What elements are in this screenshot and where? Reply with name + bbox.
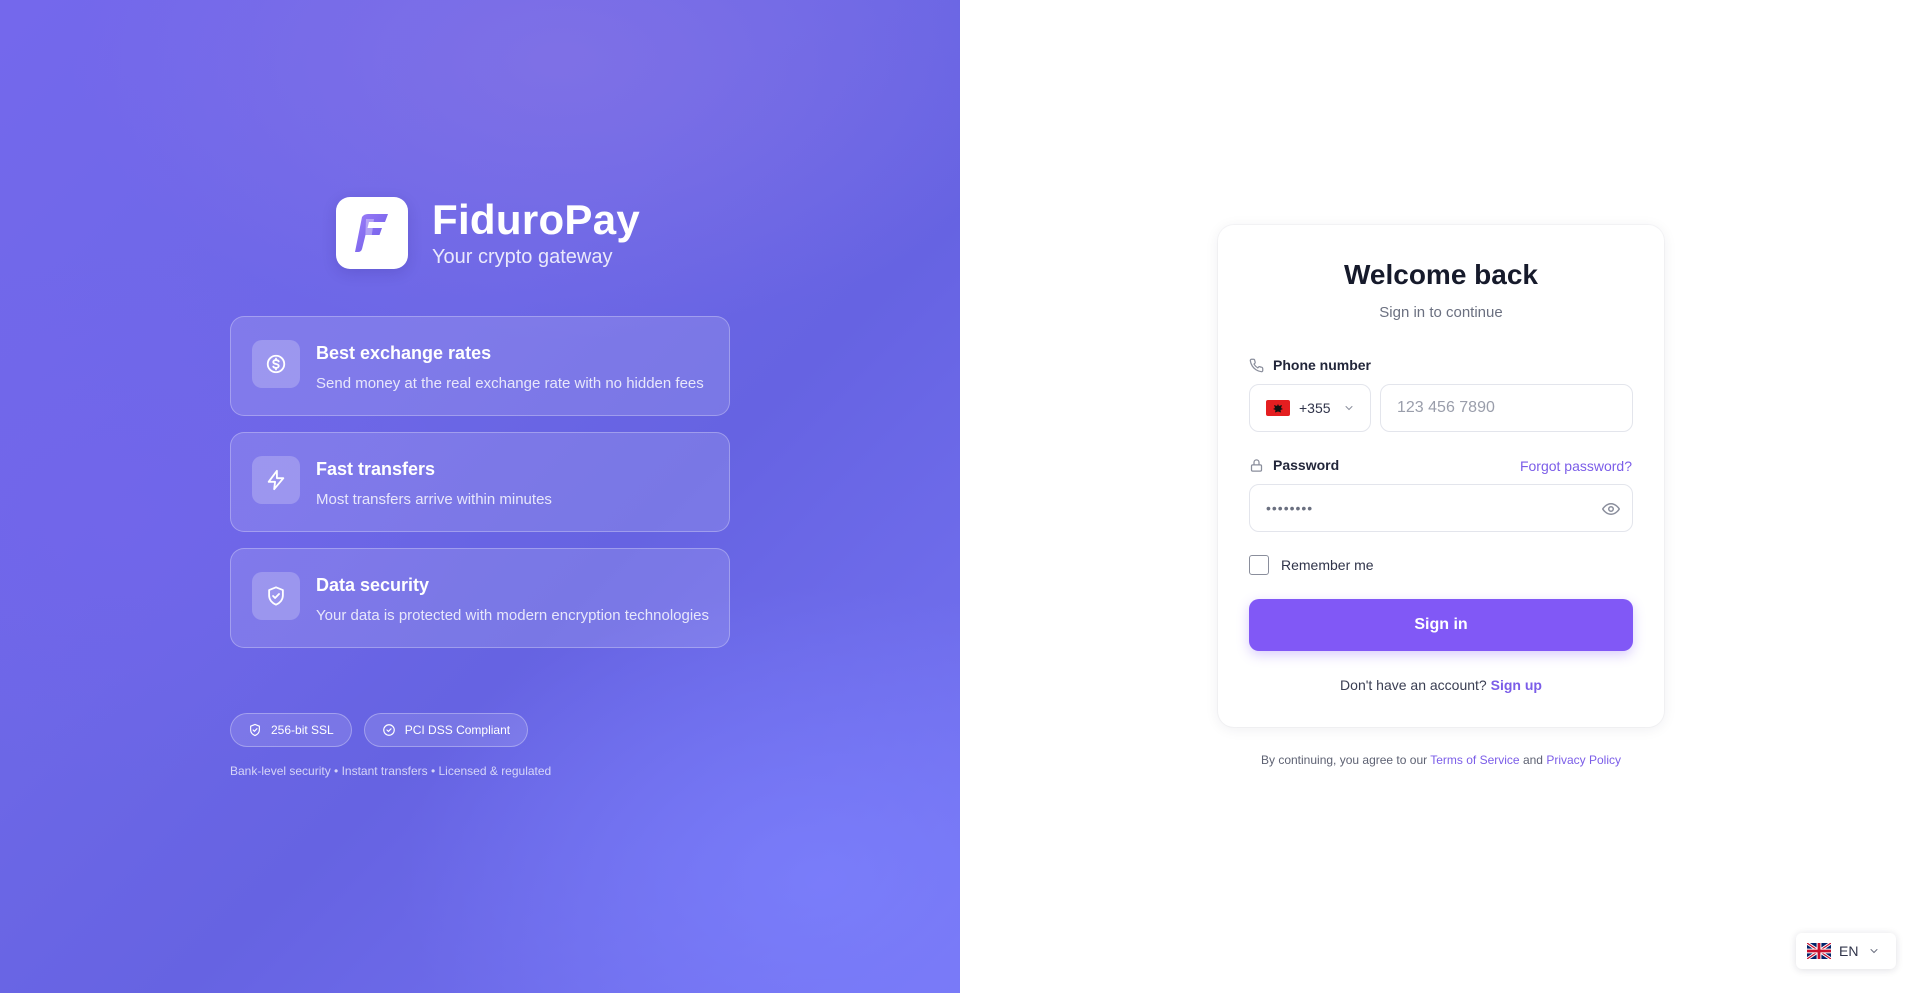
lock-icon: [1250, 458, 1263, 472]
password-value: ••••••••: [1266, 500, 1314, 516]
phone-label: Phone number: [1249, 357, 1371, 373]
fiduropay-logo-icon: [336, 197, 408, 269]
feature-title: Best exchange rates: [316, 343, 492, 363]
badge-label: 256-bit SSL: [271, 723, 334, 737]
password-label-text: Password: [1273, 457, 1340, 473]
terms-and: and: [1522, 753, 1543, 767]
remember-me-checkbox[interactable]: [1249, 555, 1269, 575]
no-account-text: Don't have an account?: [1340, 677, 1487, 693]
feature-description: Your data is protected with modern encry…: [316, 607, 710, 624]
albania-flag-icon: [1266, 400, 1290, 416]
trust-badges: 256-bit SSL PCI DSS Compliant: [230, 713, 540, 747]
sign-up-link[interactable]: Sign up: [1491, 677, 1542, 693]
chevron-down-icon: [1870, 949, 1878, 954]
terms-notice: By continuing, you agree to our Terms of…: [1218, 753, 1664, 767]
phone-label-text: Phone number: [1273, 357, 1372, 373]
feature-description: Send money at the real exchange rate wit…: [316, 375, 704, 392]
terms-of-service-link[interactable]: Terms of Service: [1430, 753, 1519, 767]
signup-prompt: Don't have an account? Sign up: [1218, 677, 1664, 693]
password-label: Password: [1249, 457, 1339, 473]
remember-me-label: Remember me: [1281, 557, 1374, 573]
login-subtitle: Sign in to continue: [1379, 304, 1503, 321]
promo-panel: FiduroPay Your crypto gateway Best excha…: [0, 0, 960, 993]
feature-card-exchange-rates: Best exchange rates Send money at the re…: [230, 316, 730, 416]
country-code-value: +355: [1299, 400, 1331, 416]
password-input[interactable]: ••••••••: [1249, 484, 1633, 532]
feature-card-fast-transfers: Fast transfers Most transfers arrive wit…: [230, 432, 730, 532]
brand-tagline: Your crypto gateway: [432, 245, 613, 268]
phone-icon: [1249, 358, 1264, 372]
feature-description: Most transfers arrive within minutes: [316, 491, 552, 508]
remember-me[interactable]: Remember me: [1249, 555, 1374, 575]
eye-icon[interactable]: [1602, 500, 1620, 518]
check-circle-icon: [382, 724, 395, 736]
sign-in-button[interactable]: Sign in: [1249, 599, 1633, 651]
shield-icon: [250, 723, 260, 737]
login-title: Welcome back: [1343, 259, 1539, 290]
feature-list: Best exchange rates Send money at the re…: [230, 316, 730, 664]
language-code: EN: [1839, 943, 1859, 959]
language-selector[interactable]: EN: [1796, 933, 1896, 969]
feature-title: Fast transfers: [316, 459, 436, 479]
lightning-icon: [252, 456, 300, 504]
brand-name: FiduroPay: [432, 195, 641, 243]
login-panel: Welcome back Sign in to continue Phone n…: [960, 0, 1920, 993]
pci-badge: PCI DSS Compliant: [363, 713, 529, 747]
feature-title: Data security: [316, 575, 430, 595]
forgot-password-link[interactable]: Forgot password?: [1520, 458, 1632, 474]
privacy-policy-link[interactable]: Privacy Policy: [1546, 753, 1621, 767]
feature-card-data-security: Data security Your data is protected wit…: [230, 548, 730, 648]
phone-input[interactable]: [1380, 384, 1633, 432]
badge-label: PCI DSS Compliant: [404, 723, 511, 737]
terms-prefix: By continuing, you agree to our: [1261, 753, 1428, 767]
brand: FiduroPay Your crypto gateway: [336, 197, 640, 269]
uk-flag-icon: [1807, 943, 1831, 959]
country-code-select[interactable]: +355: [1249, 384, 1371, 432]
shield-check-icon: [252, 572, 300, 620]
login-card: Welcome back Sign in to continue Phone n…: [1218, 225, 1664, 727]
security-footline: Bank-level security • Instant transfers …: [230, 764, 552, 778]
ssl-badge: 256-bit SSL: [230, 713, 352, 747]
dollar-circle-icon: [252, 340, 300, 388]
chevron-down-icon: [1345, 406, 1353, 411]
